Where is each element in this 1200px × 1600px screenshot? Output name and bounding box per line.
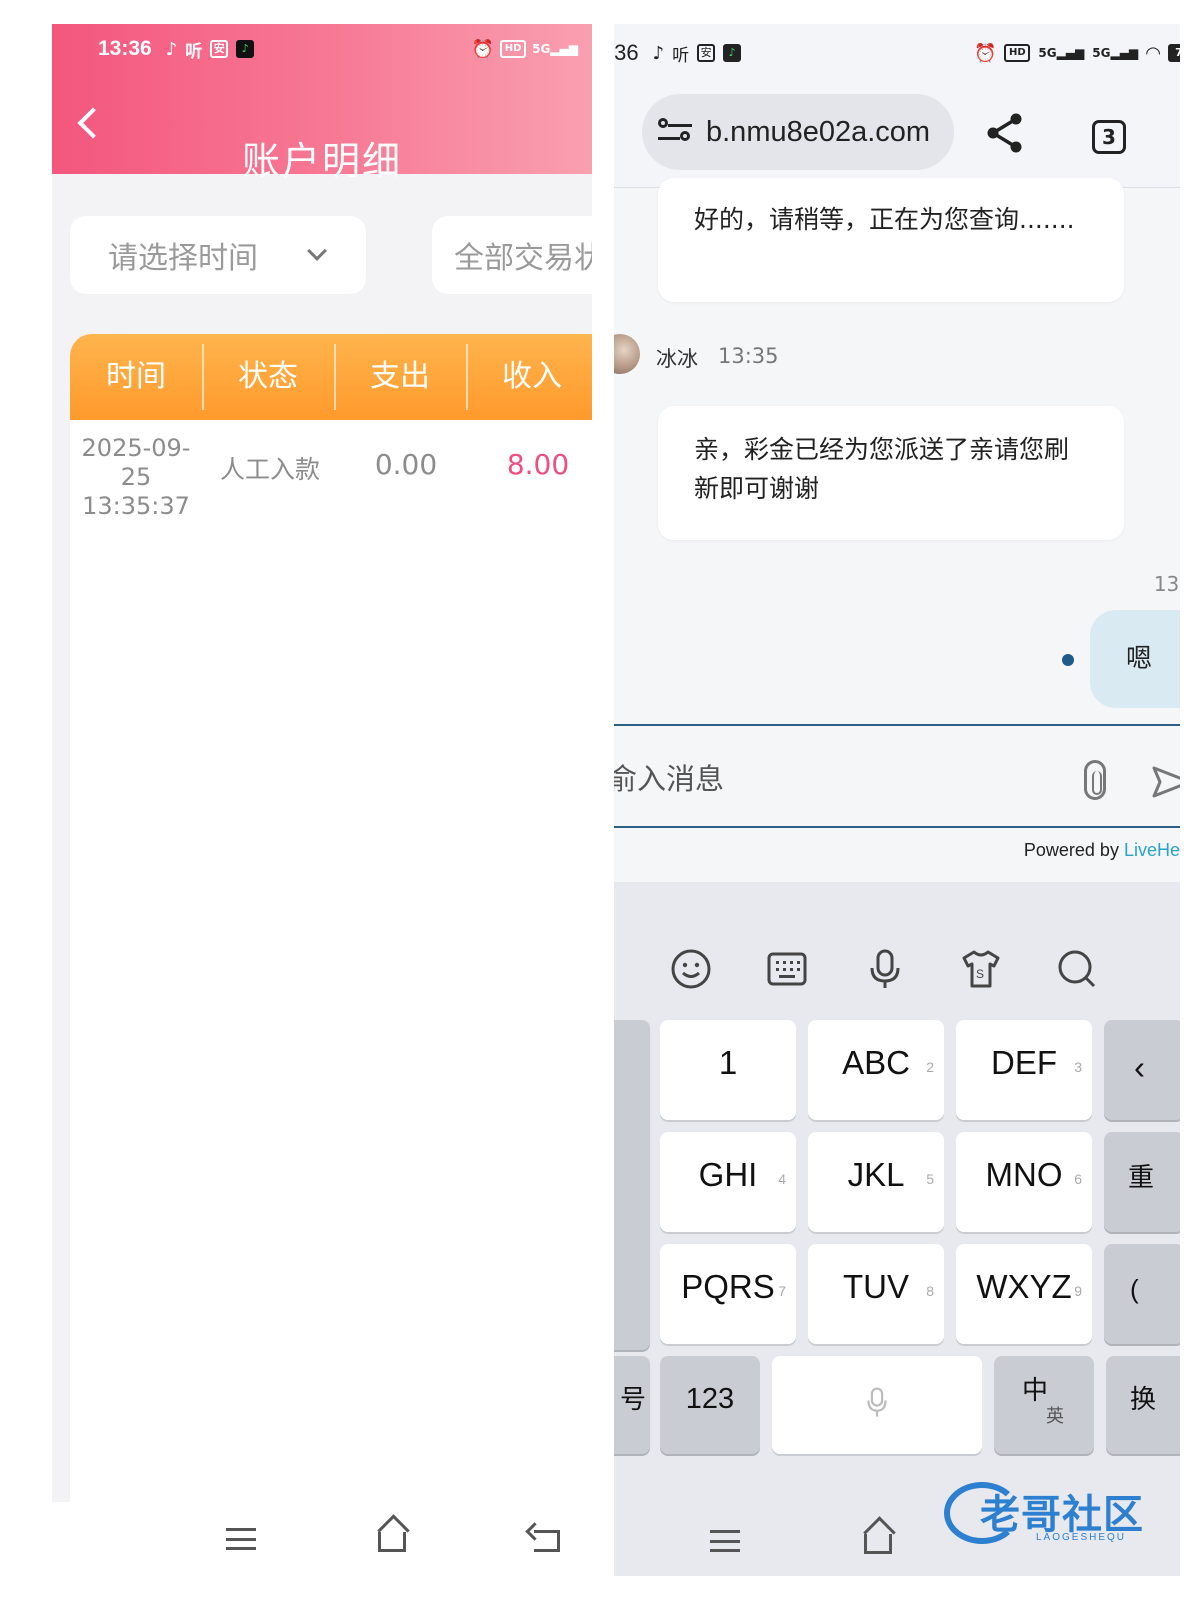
table-header: 时间 状态 支出 收入 [70, 334, 592, 420]
keyboard: S 1 2 ABC 3 DEF ‹ 4 GHI 5 JKL 6 MNO 重 7 … [614, 882, 1180, 1576]
avatar [614, 334, 640, 374]
app-header: 13:36 ♪ 听 安 ♪ ⏰ HD 5G▂▄▆ 账户明细 [52, 24, 592, 183]
row-datetime: 2025-09-25 13:35:37 [70, 434, 202, 521]
column-header-income: 收入 [466, 334, 592, 420]
system-nav-bar [52, 1502, 592, 1576]
5g-signal-icon: 5G▂▄▆ [1038, 46, 1085, 60]
listen-icon: 听 [185, 41, 203, 62]
hd-icon: HD [1004, 44, 1031, 62]
column-header-time: 时间 [106, 359, 166, 394]
key-tuv[interactable]: 8 TUV [808, 1244, 944, 1344]
app-icon: 安 [210, 40, 229, 58]
alarm-icon: ⏰ [973, 42, 997, 64]
listen-icon: 听 [672, 45, 690, 66]
key-1[interactable]: 1 [660, 1020, 796, 1120]
key-ghi[interactable]: 4 GHI [660, 1132, 796, 1232]
agent-message-bubble: 好的，请稍等，正在为您查询....... [658, 178, 1124, 302]
hd-icon: HD [500, 40, 527, 58]
transaction-type-select[interactable]: 全部交易状 [432, 216, 592, 294]
menu-icon[interactable] [710, 1530, 740, 1552]
row-time: 13:35:37 [82, 492, 190, 520]
row-expense: 0.00 [374, 448, 438, 481]
livehelp-link[interactable]: LiveHel [1124, 840, 1180, 860]
table-row: 2025-09-25 13:35:37 人工入款 0.00 8.00 [70, 420, 592, 520]
agent-message-bubble: 亲，彩金已经为您派送了亲请您刷新即可谢谢 [658, 406, 1124, 540]
5g-signal-icon: 5G▂▄▆ [1092, 46, 1139, 60]
side-key-left[interactable] [614, 1020, 650, 1350]
column-header-status: 状态 [202, 334, 334, 420]
green-app-icon: ♪ [236, 40, 255, 58]
row-status: 人工入款 [219, 455, 320, 484]
reenter-key[interactable]: 重 [1104, 1132, 1180, 1232]
page-title: 账户明细 [241, 139, 402, 183]
home-icon[interactable] [378, 1532, 406, 1552]
green-app-icon: ♪ [723, 44, 742, 62]
wifi-icon: ◠ [1146, 42, 1160, 64]
table-body: 2025-09-25 13:35:37 人工入款 0.00 8.00 [70, 420, 592, 1502]
agent-name: 冰冰 [656, 347, 698, 371]
symbol-key[interactable]: 号 [614, 1356, 650, 1454]
alarm-icon: ⏰ [471, 38, 495, 60]
key-pqrs[interactable]: 7 PQRS [660, 1244, 796, 1344]
site-settings-icon[interactable] [658, 118, 692, 146]
shirt-icon[interactable]: S [960, 948, 1002, 990]
back-nav-icon[interactable] [534, 1530, 560, 1552]
row-date: 2025-09-25 [81, 434, 191, 491]
tab-switcher-button[interactable]: 3 [1092, 120, 1126, 154]
tiktok-icon: ♪ [652, 42, 665, 64]
keyboard-toolbar: S [614, 882, 1180, 1014]
space-key[interactable] [772, 1356, 982, 1454]
message-input[interactable]: 俞入消息 [614, 756, 724, 798]
url-text: b.nmu8e02a.com [706, 115, 931, 148]
mic-icon[interactable] [864, 948, 906, 990]
menu-icon[interactable] [226, 1528, 256, 1550]
emoji-icon[interactable] [670, 948, 712, 990]
attachment-icon[interactable] [1084, 760, 1106, 800]
row-income: 8.00 [506, 448, 570, 481]
key-abc[interactable]: 2 ABC [808, 1020, 944, 1120]
key-mno[interactable]: 6 MNO [956, 1132, 1092, 1232]
signal-5g-icon: 5G▂▄▆ [532, 42, 578, 56]
app-icon: 安 [697, 44, 716, 62]
type-filter-label: 全部交易状 [454, 241, 592, 276]
chat-messages: 好的，请稍等，正在为您查询....... 冰冰 13:35 亲，彩金已经为您派送… [614, 178, 1180, 724]
status-time: :36 [614, 40, 639, 65]
svg-text:S: S [976, 967, 984, 981]
share-icon[interactable] [986, 112, 1024, 154]
status-bar: :36 ♪ 听 安 ♪ ⏰ HD 5G▂▄▆ 5G▂▄▆ ◠ 7 [614, 38, 1180, 68]
watermark-logo: 老哥社区 LAOGESHEQU [944, 1476, 1164, 1552]
url-bar[interactable]: b.nmu8e02a.com [642, 94, 954, 170]
home-icon[interactable] [864, 1534, 892, 1554]
message-input-area[interactable]: 俞入消息 [614, 724, 1180, 828]
user-message-bubble: 嗯 [1090, 610, 1180, 708]
sent-status-dot [1062, 654, 1074, 666]
browser-toolbar: :36 ♪ 听 安 ♪ ⏰ HD 5G▂▄▆ 5G▂▄▆ ◠ 7 b.nmu8e… [614, 24, 1180, 188]
language-switch-key[interactable]: 中 英 [994, 1356, 1094, 1454]
time-filter-label: 请选择时间 [108, 241, 258, 276]
agent-message-time: 13:35 [718, 344, 779, 368]
keyboard-icon[interactable] [766, 948, 808, 990]
powered-by-label: Powered by LiveHel [1024, 840, 1180, 861]
chat-screen: :36 ♪ 听 安 ♪ ⏰ HD 5G▂▄▆ 5G▂▄▆ ◠ 7 b.nmu8e… [614, 24, 1180, 1576]
tiktok-icon: ♪ [165, 38, 178, 60]
chevron-down-icon [307, 241, 327, 261]
delete-key[interactable]: ‹ [1104, 1020, 1180, 1120]
key-def[interactable]: 3 DEF [956, 1020, 1092, 1120]
mic-icon [867, 1387, 887, 1417]
account-detail-screen: 13:36 ♪ 听 安 ♪ ⏰ HD 5G▂▄▆ 账户明细 请选择时间 全部交易… [52, 24, 592, 1576]
numbers-key[interactable]: 123 [660, 1356, 760, 1454]
status-bar: 13:36 ♪ 听 安 ♪ ⏰ HD 5G▂▄▆ [98, 36, 578, 62]
key-wxyz[interactable]: 9 WXYZ [956, 1244, 1092, 1344]
send-icon[interactable] [1152, 762, 1180, 800]
paren-key[interactable]: ( [1104, 1244, 1180, 1344]
column-header-expense: 支出 [334, 334, 466, 420]
search-icon[interactable] [1056, 948, 1098, 990]
switch-key[interactable]: 换 [1106, 1356, 1180, 1454]
status-time: 13:36 [98, 37, 152, 60]
key-jkl[interactable]: 5 JKL [808, 1132, 944, 1232]
user-message-time: 13: [1153, 572, 1180, 596]
battery-icon: 7 [1168, 44, 1180, 62]
time-filter-select[interactable]: 请选择时间 [70, 216, 366, 294]
